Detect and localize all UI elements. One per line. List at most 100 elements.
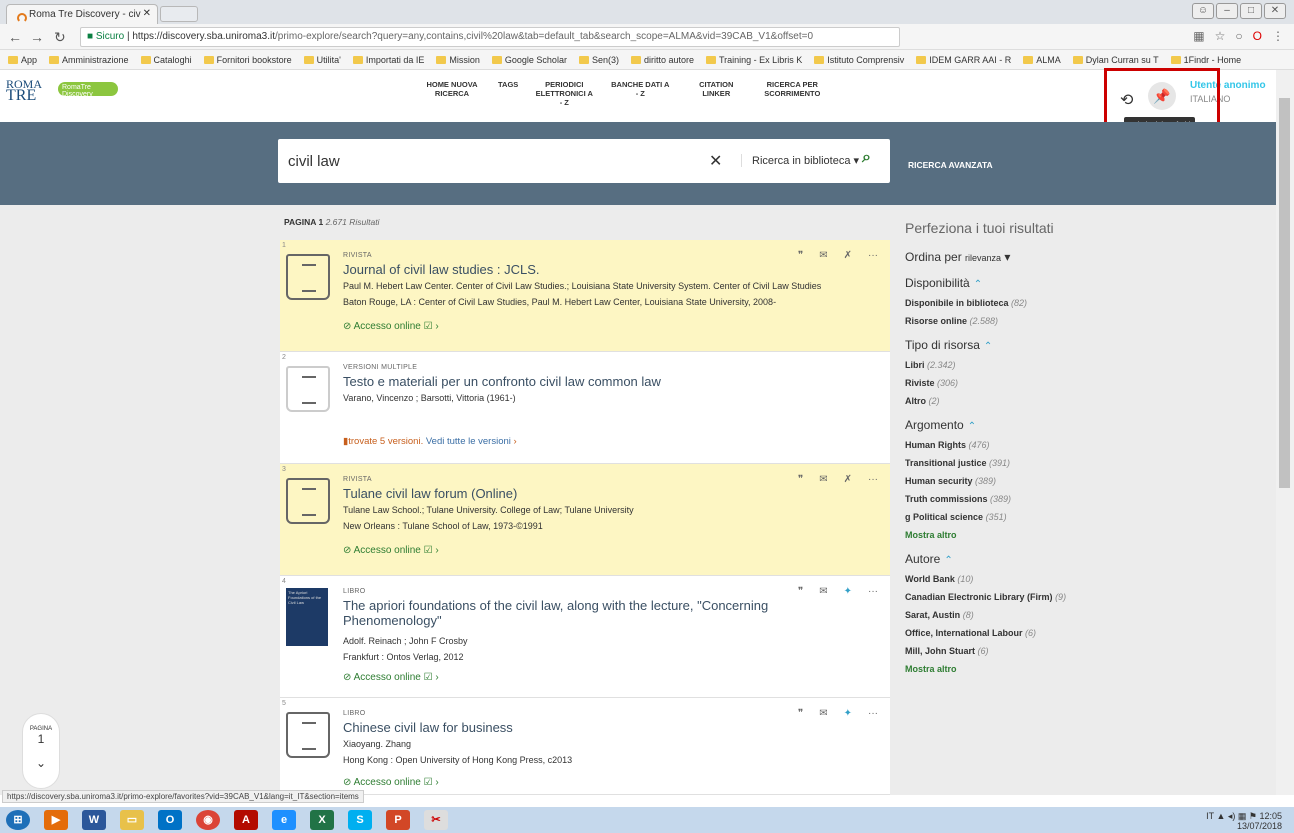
browser-tab[interactable]: Roma Tre Discovery - civ ✕ bbox=[6, 4, 158, 24]
reload-icon[interactable]: ↻ bbox=[54, 29, 66, 46]
result-item[interactable]: 1 RIVISTA Journal of civil law studies :… bbox=[280, 240, 890, 352]
facet-group-header[interactable]: Autore ⌃ bbox=[905, 552, 1265, 566]
page-scrollbar[interactable] bbox=[1276, 70, 1294, 795]
online-access-link[interactable]: ⊘ Accesso online ☑ › bbox=[343, 777, 439, 788]
chevron-up-icon[interactable]: ⌃ bbox=[968, 421, 976, 432]
url-input[interactable]: ■ Sicuro | https://discovery.sba.uniroma… bbox=[80, 27, 900, 47]
facet-item[interactable]: Riviste (306) bbox=[905, 378, 1265, 388]
internet-explorer-icon[interactable]: e bbox=[272, 810, 296, 830]
page-indicator[interactable]: PAGINA 1 ⌄ bbox=[22, 713, 60, 789]
show-more-link[interactable]: Mostra altro bbox=[905, 664, 1265, 674]
result-title[interactable]: Chinese civil law for business bbox=[343, 720, 863, 735]
online-access-link[interactable]: ⊘ Accesso online ☑ › bbox=[343, 672, 439, 683]
facet-item[interactable]: Risorse online (2.588) bbox=[905, 316, 1265, 326]
user-profile-icon[interactable]: ☺ bbox=[1192, 3, 1214, 19]
versions-link[interactable]: ▮trovate 5 versioni. Vedi tutte le versi… bbox=[343, 436, 517, 447]
search-icon[interactable]: ⌕ bbox=[862, 149, 871, 167]
file-explorer-icon[interactable]: ▭ bbox=[120, 810, 144, 830]
bookmark-item[interactable]: Cataloghi bbox=[140, 53, 192, 66]
bookmark-item[interactable]: Mission bbox=[436, 53, 480, 66]
acrobat-icon[interactable]: A bbox=[234, 810, 258, 830]
bookmark-item[interactable]: Istituto Comprensiv bbox=[814, 53, 904, 66]
forward-icon[interactable]: → bbox=[30, 29, 44, 45]
close-window-button[interactable]: ✕ bbox=[1264, 3, 1286, 19]
email-icon[interactable]: ✉ bbox=[819, 250, 827, 261]
back-icon[interactable]: ← bbox=[8, 29, 22, 45]
maximize-button[interactable]: □ bbox=[1240, 3, 1262, 19]
extension-icon[interactable]: ○ bbox=[1235, 29, 1242, 43]
chevron-up-icon[interactable]: ⌃ bbox=[984, 341, 992, 352]
more-icon[interactable]: ··· bbox=[868, 250, 878, 261]
nav-item[interactable]: RICERCA PER SCORRIMENTO bbox=[762, 80, 822, 107]
bookmark-item[interactable]: Dylan Curran su T bbox=[1072, 53, 1159, 66]
nav-item[interactable]: PERIODICI ELETTRONICI A - Z bbox=[534, 80, 594, 107]
media-player-icon[interactable]: ▶ bbox=[44, 810, 68, 830]
facet-group-header[interactable]: Argomento ⌃ bbox=[905, 418, 1265, 432]
result-title[interactable]: Tulane civil law forum (Online) bbox=[343, 486, 863, 501]
result-item[interactable]: 2 VERSIONI MULTIPLE Testo e materiali pe… bbox=[280, 352, 890, 464]
bookmark-item[interactable]: Amministrazione bbox=[49, 53, 129, 66]
book-cover-image[interactable]: The Apriori Foundations of the Civil Law bbox=[286, 588, 328, 646]
show-more-link[interactable]: Mostra altro bbox=[905, 530, 1265, 540]
bookmark-item[interactable]: diritto autore bbox=[630, 53, 694, 66]
snipping-tool-icon[interactable]: ✂ bbox=[424, 810, 448, 830]
bookmark-item[interactable]: Fornitori bookstore bbox=[203, 53, 292, 66]
bookmark-item[interactable]: 1Findr - Home bbox=[1170, 53, 1241, 66]
star-icon[interactable]: ☆ bbox=[1215, 29, 1226, 43]
result-item[interactable]: 5 LIBRO Chinese civil law for business X… bbox=[280, 698, 890, 795]
facet-item[interactable]: g Political science (351) bbox=[905, 512, 1265, 522]
excel-icon[interactable]: X bbox=[310, 810, 334, 830]
email-icon[interactable]: ✉ bbox=[819, 586, 827, 597]
result-item[interactable]: 4 The Apriori Foundations of the Civil L… bbox=[280, 576, 890, 698]
chevron-up-icon[interactable]: ⌃ bbox=[944, 555, 952, 566]
scrollbar-thumb[interactable] bbox=[1279, 98, 1290, 488]
roma-tre-logo[interactable]: ROMA TRE bbox=[6, 78, 42, 104]
pin-icon[interactable]: ✦ bbox=[844, 586, 852, 597]
pin-icon[interactable]: ✗ bbox=[844, 250, 852, 261]
result-title[interactable]: Testo e materiali per un confronto civil… bbox=[343, 374, 863, 389]
nav-item[interactable]: BANCHE DATI A - Z bbox=[610, 80, 670, 107]
result-title[interactable]: The apriori foundations of the civil law… bbox=[343, 598, 863, 628]
bookmark-item[interactable]: Importati da IE bbox=[352, 53, 424, 66]
search-scope-dropdown[interactable]: Ricerca in biblioteca ▾ bbox=[741, 154, 859, 167]
advanced-search-link[interactable]: RICERCA AVANZATA bbox=[908, 160, 993, 170]
email-icon[interactable]: ✉ bbox=[819, 474, 827, 485]
bookmark-item[interactable]: Utilita' bbox=[303, 53, 341, 66]
online-access-link[interactable]: ⊘ Accesso online ☑ › bbox=[343, 545, 439, 556]
result-title[interactable]: Journal of civil law studies : JCLS. bbox=[343, 262, 863, 277]
new-tab-button[interactable] bbox=[160, 6, 198, 22]
facet-item[interactable]: Altro (2) bbox=[905, 396, 1265, 406]
bookmark-item[interactable]: ALMA bbox=[1023, 53, 1061, 66]
discovery-badge[interactable]: RomaTre Discovery bbox=[58, 82, 118, 98]
bookmark-item[interactable]: App bbox=[8, 53, 37, 66]
more-icon[interactable]: ··· bbox=[868, 474, 878, 485]
chevron-down-icon[interactable]: ⌄ bbox=[23, 756, 59, 770]
word-icon[interactable]: W bbox=[82, 810, 106, 830]
chevron-up-icon[interactable]: ⌃ bbox=[974, 279, 982, 290]
outlook-icon[interactable]: O bbox=[158, 810, 182, 830]
facet-item[interactable]: Disponibile in biblioteca (82) bbox=[905, 298, 1265, 308]
nav-item[interactable]: CITATION LINKER bbox=[686, 80, 746, 107]
menu-icon[interactable]: ⋮ bbox=[1272, 29, 1284, 43]
bookmark-item[interactable]: Google Scholar bbox=[491, 53, 567, 66]
pin-icon[interactable]: ✗ bbox=[844, 474, 852, 485]
facet-item[interactable]: Human security (389) bbox=[905, 476, 1265, 486]
facet-item[interactable]: Sarat, Austin (8) bbox=[905, 610, 1265, 620]
facet-item[interactable]: Office, International Labour (6) bbox=[905, 628, 1265, 638]
clear-search-icon[interactable]: ✕ bbox=[709, 151, 722, 171]
facet-group-header[interactable]: Tipo di risorsa ⌃ bbox=[905, 338, 1265, 352]
tray-language[interactable]: IT bbox=[1206, 811, 1214, 821]
cite-icon[interactable]: ❞ bbox=[798, 708, 803, 719]
powerpoint-icon[interactable]: P bbox=[386, 810, 410, 830]
bookmark-item[interactable]: Training - Ex Libris K bbox=[706, 53, 802, 66]
facet-item[interactable]: Truth commissions (389) bbox=[905, 494, 1265, 504]
search-input[interactable]: civil law bbox=[288, 153, 340, 170]
facet-item[interactable]: Libri (2.342) bbox=[905, 360, 1265, 370]
minimize-button[interactable]: – bbox=[1216, 3, 1238, 19]
cite-icon[interactable]: ❞ bbox=[798, 474, 803, 485]
cite-icon[interactable]: ❞ bbox=[798, 586, 803, 597]
tab-close-icon[interactable]: ✕ bbox=[143, 8, 151, 19]
bookmark-item[interactable]: IDEM GARR AAI - R bbox=[916, 53, 1011, 66]
start-icon[interactable]: ⊞ bbox=[6, 810, 30, 830]
translate-icon[interactable]: ▦ bbox=[1193, 29, 1204, 43]
